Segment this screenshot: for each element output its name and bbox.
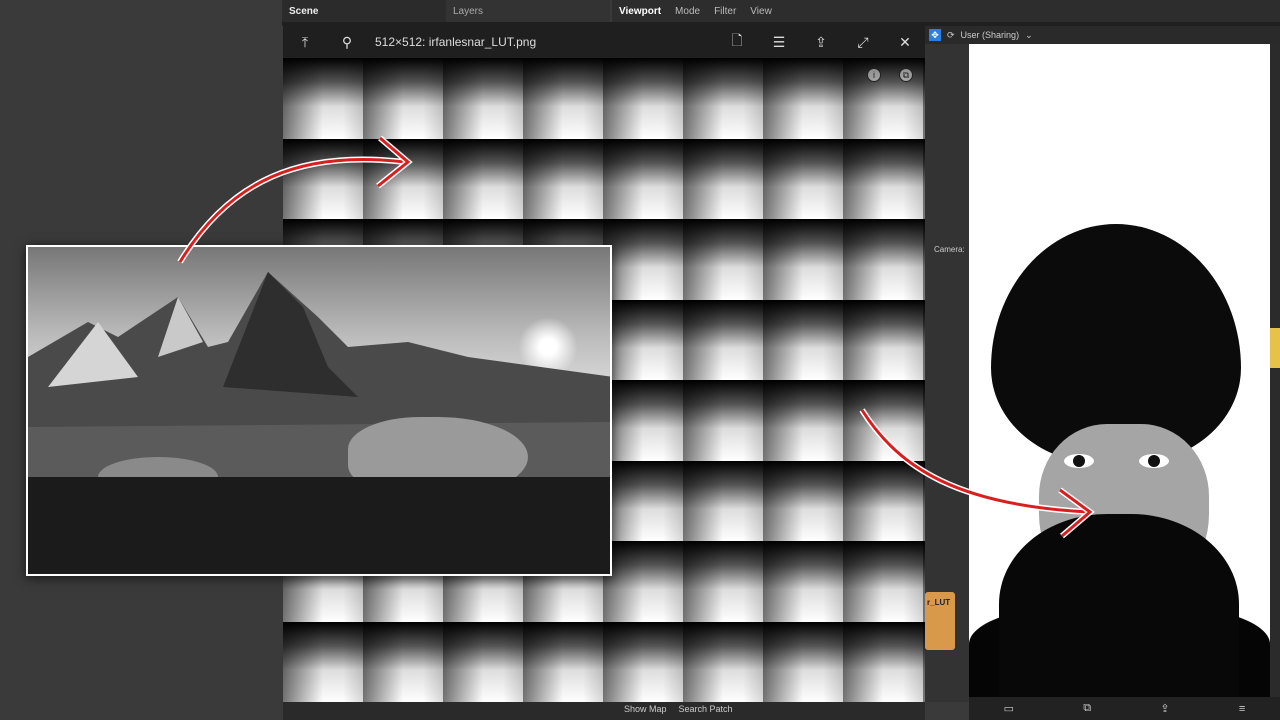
camera-label: Camera: bbox=[934, 245, 965, 254]
tab-mode[interactable]: Mode bbox=[668, 0, 707, 22]
landscape-image bbox=[26, 245, 612, 576]
eye-right bbox=[1139, 454, 1169, 468]
search-patch-button[interactable]: Search Patch bbox=[679, 704, 733, 714]
lut-node[interactable]: r_LUT bbox=[925, 592, 955, 650]
new-file-icon[interactable]: 🗋 bbox=[727, 32, 747, 52]
viewer-toolbar: ⤒ ⚲ 512×512: irfanlesnar_LUT.png 🗋 ☰ ⇪ ⤢… bbox=[283, 26, 925, 58]
lut-row bbox=[283, 621, 925, 702]
tab-view[interactable]: View bbox=[743, 0, 779, 22]
tab-scene[interactable]: Scene bbox=[282, 0, 446, 22]
beard bbox=[999, 514, 1239, 697]
screenshot-icon[interactable]: ⧉ bbox=[1083, 702, 1091, 715]
preview-header: ✥ ⟳ User (Sharing) ⌄ bbox=[925, 26, 1280, 44]
video-icon[interactable]: ▭ bbox=[1004, 702, 1014, 715]
overlay-icons: i ⧉ bbox=[867, 68, 913, 82]
tab-filter[interactable]: Filter bbox=[707, 0, 743, 22]
preview-toolbar: ▭ ⧉ ⇪ ≡ bbox=[969, 697, 1280, 720]
tab-viewport[interactable]: Viewport bbox=[612, 0, 668, 22]
scene-tabs: Scene Layers bbox=[282, 0, 610, 22]
preview-image bbox=[969, 44, 1270, 697]
viewer-footer bbox=[283, 702, 925, 720]
copy-icon[interactable]: ⧉ bbox=[899, 68, 913, 82]
lut-row bbox=[283, 58, 925, 139]
pin-icon[interactable]: ⚲ bbox=[337, 32, 357, 52]
eye-left bbox=[1064, 454, 1094, 468]
user-dropdown[interactable]: User (Sharing) bbox=[961, 30, 1020, 40]
show-map-button[interactable]: Show Map bbox=[624, 704, 667, 714]
forest bbox=[28, 477, 610, 574]
chevron-down-icon[interactable]: ⌄ bbox=[1025, 30, 1033, 41]
expand-icon[interactable]: ⤢ bbox=[853, 32, 873, 52]
node-label: r_LUT bbox=[927, 598, 951, 607]
list-icon[interactable]: ☰ bbox=[769, 32, 789, 52]
share-icon[interactable]: ⇪ bbox=[1160, 702, 1169, 715]
tab-layers[interactable]: Layers bbox=[446, 0, 610, 22]
upload-icon[interactable]: ⤒ bbox=[295, 32, 315, 52]
move-icon[interactable]: ✥ bbox=[929, 29, 941, 41]
menu-icon[interactable]: ≡ bbox=[1239, 703, 1245, 715]
viewport-tabs: Viewport Mode Filter View bbox=[612, 0, 1280, 22]
side-tab[interactable] bbox=[1270, 328, 1280, 368]
share-icon[interactable]: ⇪ bbox=[811, 32, 831, 52]
refresh-icon[interactable]: ⟳ bbox=[947, 30, 955, 41]
close-icon[interactable]: ✕ bbox=[895, 32, 915, 52]
right-strip bbox=[1270, 44, 1280, 697]
lut-row bbox=[283, 138, 925, 219]
viewer-title: 512×512: irfanlesnar_LUT.png bbox=[375, 35, 537, 49]
info-icon[interactable]: i bbox=[867, 68, 881, 82]
patch-bar: Show Map Search Patch bbox=[612, 704, 733, 714]
